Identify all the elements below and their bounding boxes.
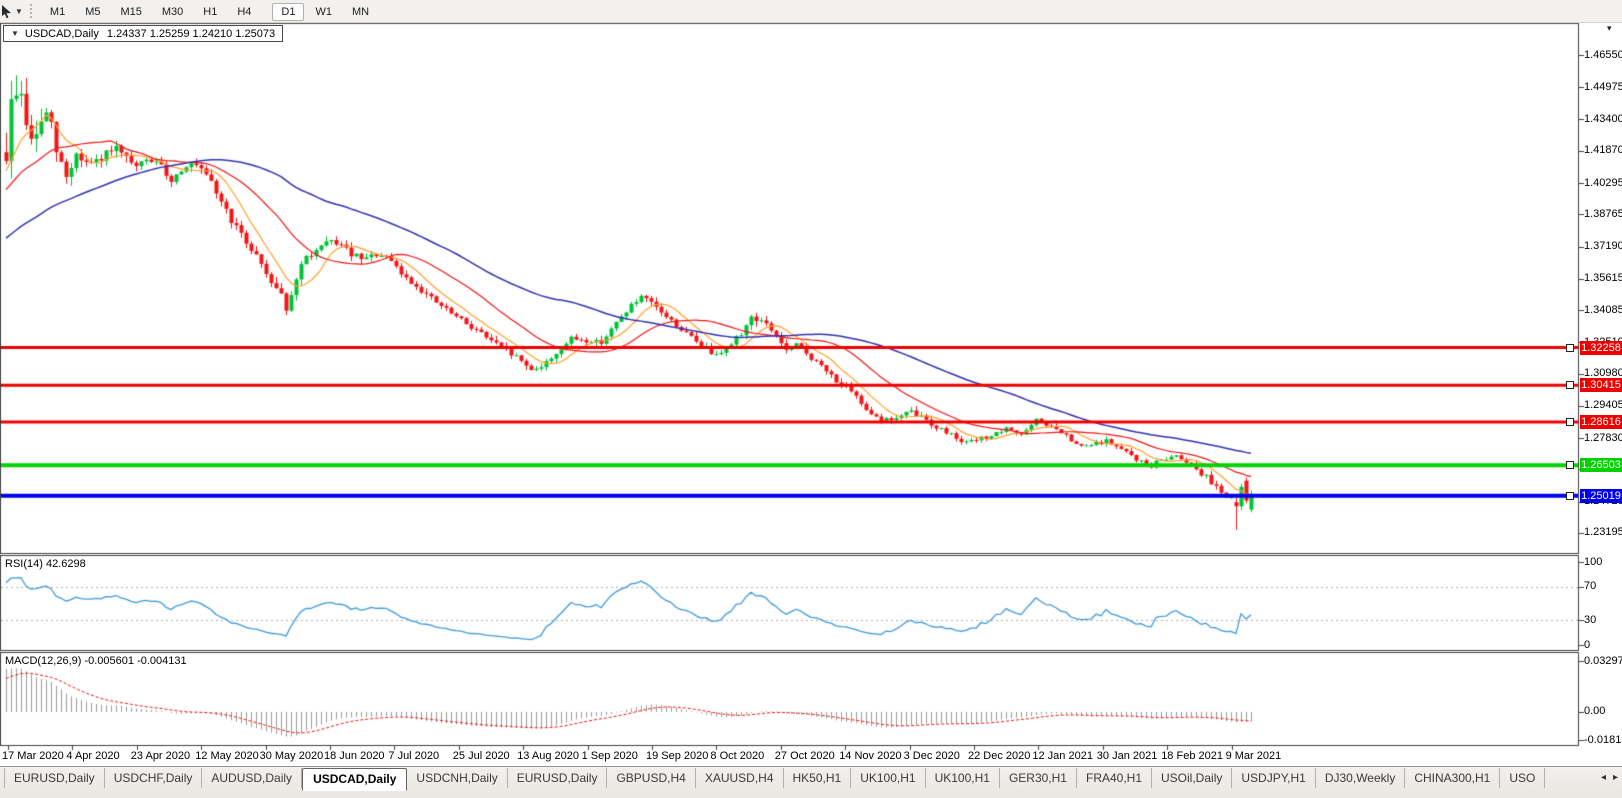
tab-usdcnh-daily[interactable]: USDCNH,Daily [407, 768, 507, 788]
macd-axis-tick-label: -0.018154 [1584, 734, 1622, 746]
timeframe-button-m30[interactable]: M30 [153, 3, 192, 21]
timeframe-button-h4[interactable]: H4 [228, 3, 260, 21]
timeframe-button-mn[interactable]: MN [343, 3, 378, 21]
timeframe-toolbar: M1M5M15M30H1H4 D1W1MN [40, 2, 379, 20]
macd-axis-tick-label: 0.032972 [1584, 655, 1622, 667]
tab-hk50-h1[interactable]: HK50,H1 [784, 768, 852, 788]
price-axis-tick-label: 1.27830 [1584, 432, 1622, 444]
symbol-tabs: EURUSD,DailyUSDCHF,DailyAUDUSD,DailyUSDC… [0, 767, 1586, 791]
date-axis-label: 8 Oct 2020 [710, 750, 764, 762]
timeframe-button-d1[interactable]: D1 [272, 3, 304, 21]
tab-usdchf-daily[interactable]: USDCHF,Daily [105, 768, 203, 788]
date-axis-label: 12 Jan 2021 [1032, 750, 1093, 762]
macd-indicator-label: MACD(12,26,9) -0.005601 -0.004131 [5, 655, 187, 667]
date-axis-label: 25 Jul 2020 [453, 750, 510, 762]
hline-handle[interactable] [1566, 461, 1574, 469]
date-axis-label: 19 Sep 2020 [646, 750, 708, 762]
axis-price-badge: 1.28616 [1580, 415, 1622, 429]
price-axis-tick-label: 1.29405 [1584, 399, 1622, 411]
axis-price-badge: 1.32258 [1580, 341, 1622, 355]
rsi-axis-tick-label: 30 [1584, 614, 1596, 626]
timeframe-button-m1[interactable]: M1 [41, 3, 74, 21]
hline-handle[interactable] [1566, 344, 1574, 352]
price-axis-tick-label: 1.37190 [1584, 240, 1622, 252]
tab-ger30-h1[interactable]: GER30,H1 [1000, 768, 1077, 788]
tab-xauusd-h4[interactable]: XAUUSD,H4 [696, 768, 784, 788]
price-axis-tick-label: 1.38765 [1584, 208, 1622, 220]
date-axis-label: 22 Dec 2020 [968, 750, 1030, 762]
tab-usdcad-daily[interactable]: USDCAD,Daily [302, 768, 407, 791]
dropdown-caret-icon: ▼ [15, 7, 23, 16]
date-axis-label: 12 May 2020 [195, 750, 259, 762]
tab-uk100-h1[interactable]: UK100,H1 [926, 768, 1000, 788]
date-axis-label: 13 Aug 2020 [517, 750, 579, 762]
timeframe-button-h1[interactable]: H1 [194, 3, 226, 21]
tab-usdjpy-h1[interactable]: USDJPY,H1 [1232, 768, 1315, 788]
toolbar-grip[interactable] [30, 4, 32, 18]
chart-shift-marker[interactable]: ▾ [1607, 23, 1612, 34]
tab-eurusd-daily[interactable]: EURUSD,Daily [4, 768, 105, 788]
price-chart-canvas[interactable] [0, 0, 1622, 797]
hline-handle[interactable] [1566, 492, 1574, 500]
cursor-tool-icon[interactable]: ▼ [0, 1, 26, 21]
scroll-tabs-left-icon[interactable]: ◂ [1601, 772, 1606, 783]
price-axis-tick-label: 1.35615 [1584, 272, 1622, 284]
macd-axis-tick-label: 0.00 [1584, 705, 1605, 717]
rsi-axis-tick-label: 70 [1584, 580, 1596, 592]
symbol-tab-bar: EURUSD,DailyUSDCHF,DailyAUDUSD,DailyUSDC… [0, 766, 1622, 798]
price-axis-tick-label: 1.41870 [1584, 144, 1622, 156]
date-axis-label: 23 Apr 2020 [131, 750, 190, 762]
tab-uso[interactable]: USO [1500, 768, 1545, 788]
timeframe-button-w1[interactable]: W1 [306, 3, 341, 21]
date-axis-label: 4 Apr 2020 [66, 750, 119, 762]
hline-handle[interactable] [1566, 418, 1574, 426]
date-axis-label: 7 Jul 2020 [388, 750, 439, 762]
rsi-axis-tick-label: 0 [1584, 639, 1590, 651]
tab-dj30-weekly[interactable]: DJ30,Weekly [1316, 768, 1405, 788]
date-axis-label: 18 Jun 2020 [324, 750, 385, 762]
toolbar: ▼ M1M5M15M30H1H4 D1W1MN [0, 0, 1622, 23]
date-axis-label: 1 Sep 2020 [582, 750, 638, 762]
axis-price-badge: 1.30415 [1580, 378, 1622, 392]
price-axis-tick-label: 1.40295 [1584, 177, 1622, 189]
rsi-axis-tick-label: 100 [1584, 556, 1602, 568]
chart-dropdown-icon: ▼ [11, 29, 19, 38]
price-axis-tick-label: 1.43400 [1584, 113, 1622, 125]
scroll-tabs-right-icon[interactable]: ▸ [1613, 772, 1618, 783]
chart-ohlc-values: 1.24337 1.25259 1.24210 1.25073 [107, 28, 275, 40]
tab-fra40-h1[interactable]: FRA40,H1 [1077, 768, 1152, 788]
rsi-indicator-label: RSI(14) 42.6298 [5, 558, 86, 570]
axis-price-badge: 1.25019 [1580, 489, 1622, 503]
price-axis-tick-label: 1.44975 [1584, 81, 1622, 93]
timeframe-button-m15[interactable]: M15 [111, 3, 150, 21]
date-axis-label: 3 Dec 2020 [904, 750, 960, 762]
date-axis-label: 9 Mar 2021 [1226, 750, 1282, 762]
price-axis-tick-label: 1.34085 [1584, 304, 1622, 316]
date-axis-label: 30 May 2020 [260, 750, 324, 762]
date-axis-label: 27 Oct 2020 [775, 750, 835, 762]
tab-usoil-daily[interactable]: USOil,Daily [1152, 768, 1232, 788]
axis-price-badge: 1.26503 [1580, 458, 1622, 472]
chart-title-box[interactable]: ▼ USDCAD,Daily 1.24337 1.25259 1.24210 1… [3, 25, 283, 42]
hline-handle[interactable] [1566, 381, 1574, 389]
date-axis-label: 30 Jan 2021 [1097, 750, 1158, 762]
timeframe-button-m5[interactable]: M5 [76, 3, 109, 21]
date-axis-label: 17 Mar 2020 [2, 750, 64, 762]
chart-symbol-label: USDCAD,Daily [25, 28, 99, 40]
tab-scroll-controls: ◂ ▸ [1601, 772, 1618, 783]
tab-gbpusd-h4[interactable]: GBPUSD,H4 [607, 768, 695, 788]
tab-eurusd-daily[interactable]: EURUSD,Daily [508, 768, 608, 788]
cursor-arrow-icon [0, 4, 13, 19]
date-axis-label: 18 Feb 2021 [1161, 750, 1223, 762]
price-axis-tick-label: 1.46550 [1584, 49, 1622, 61]
tab-uk100-h1[interactable]: UK100,H1 [851, 768, 925, 788]
tab-audusd-daily[interactable]: AUDUSD,Daily [202, 768, 302, 788]
price-axis-tick-label: 1.23195 [1584, 526, 1622, 538]
tab-china300-h1[interactable]: CHINA300,H1 [1405, 768, 1500, 788]
date-axis-label: 14 Nov 2020 [839, 750, 901, 762]
